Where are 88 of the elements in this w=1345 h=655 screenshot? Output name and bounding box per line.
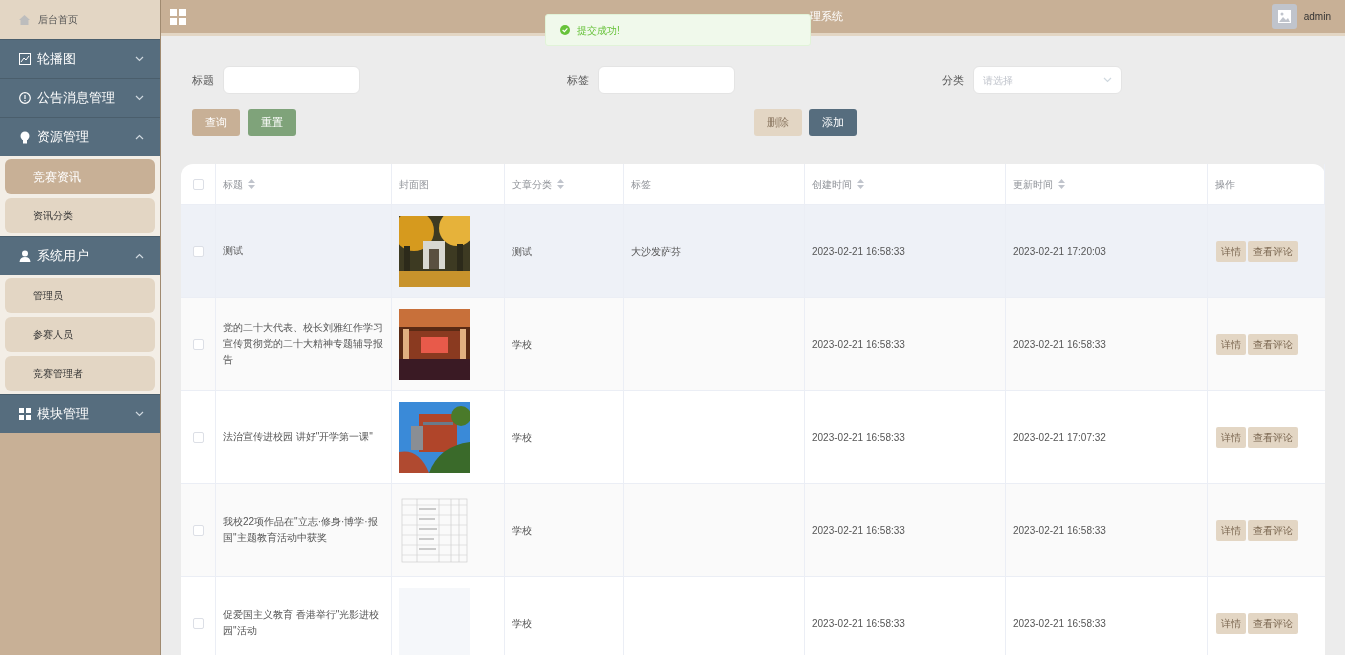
home-icon: [19, 14, 30, 25]
column-header: 标题: [223, 177, 243, 192]
table-cell-text: 2023-02-21 16:58:33: [812, 430, 905, 445]
column-header: 创建时间: [812, 177, 852, 192]
table-cell-text: 2023-02-21 17:20:03: [1013, 244, 1106, 259]
chevron-up-icon: [135, 253, 144, 259]
submenu-item[interactable]: 管理员: [5, 278, 155, 313]
table-cell-text: 2023-02-21 16:58:33: [812, 523, 905, 538]
view-comments-button[interactable]: 查看评论: [1248, 612, 1298, 634]
submenu-item[interactable]: 竞赛管理者: [5, 356, 155, 391]
username: admin: [1303, 10, 1331, 24]
table-cell-text: 大沙发萨芬: [631, 244, 681, 259]
sort-icon[interactable]: [1058, 179, 1065, 189]
table-cell-text: 学校: [512, 523, 532, 538]
view-comments-button[interactable]: 查看评论: [1248, 519, 1298, 541]
view-comments-button[interactable]: 查看评论: [1248, 240, 1298, 262]
info-icon: [19, 92, 31, 104]
table-row[interactable]: 测试 测试 大沙发萨芬 2023-02-21 16:58:33 2023-02-21 17:20:03 详情 查看评论: [181, 205, 1325, 298]
system-title: 理系统: [810, 9, 843, 25]
details-button[interactable]: 详情: [1216, 519, 1246, 541]
home-menu-item[interactable]: 后台首页: [0, 0, 160, 39]
table-cell-text: 测试: [512, 244, 532, 259]
filter-input[interactable]: [598, 66, 735, 94]
sort-icon[interactable]: [557, 179, 564, 189]
filter-label: 分类: [942, 72, 964, 88]
view-comments-button[interactable]: 查看评论: [1248, 333, 1298, 355]
table-row[interactable]: 我校22项作品在"立志·修身·博学·报国"主题教育活动中获奖 学校 2023-02-21 16:58:33 2023-02-21 16:58:33 详情 查看评论: [181, 484, 1325, 577]
column-header: 文章分类: [512, 177, 552, 192]
chevron-down-icon: [1103, 77, 1112, 83]
user-icon: [19, 250, 31, 262]
table-cell-text: 测试: [223, 244, 243, 258]
chevron-up-icon: [135, 134, 144, 140]
table-cell-text: 促爱国主义教育 香港举行"光影进校园"活动: [223, 608, 381, 638]
chevron-down-icon: [135, 56, 144, 62]
menu-item[interactable]: 系统用户: [0, 236, 160, 275]
table-cell-text: 2023-02-21 16:58:33: [812, 616, 905, 631]
filter-input[interactable]: [223, 66, 360, 94]
row-checkbox[interactable]: [192, 617, 204, 629]
menu-item[interactable]: 资源管理: [0, 117, 160, 156]
submenu-item[interactable]: 参赛人员: [5, 317, 155, 352]
image-icon: [19, 53, 31, 65]
grid-icon: [19, 408, 31, 420]
row-checkbox[interactable]: [192, 338, 204, 350]
column-header: 操作: [1215, 177, 1235, 192]
chevron-down-icon: [135, 411, 144, 417]
table-cell-text: 2023-02-21 16:58:33: [1013, 616, 1106, 631]
table-cell-text: 2023-02-21 16:58:33: [1013, 337, 1106, 352]
submenu-item[interactable]: 资讯分类: [5, 198, 155, 233]
filter-label: 标题: [192, 72, 214, 88]
row-checkbox[interactable]: [192, 245, 204, 257]
table-cell-text: 党的二十大代表、校长刘雅红作学习宣传贯彻党的二十大精神专题辅导报告: [223, 321, 384, 367]
menu-item[interactable]: 公告消息管理: [0, 78, 160, 117]
details-button[interactable]: 详情: [1216, 333, 1246, 355]
row-checkbox[interactable]: [192, 524, 204, 536]
view-comments-button[interactable]: 查看评论: [1248, 426, 1298, 448]
table-cell-text: 学校: [512, 337, 532, 352]
column-header: 封面图: [399, 177, 429, 192]
table-cell-text: 法治宣传进校园 讲好"开学第一课": [223, 430, 373, 444]
column-header: 更新时间: [1013, 177, 1053, 192]
avatar[interactable]: [1271, 4, 1297, 29]
table-row[interactable]: 法治宣传进校园 讲好"开学第一课" 学校 2023-02-21 16:58:33 2023-02-21 17:07:32 详情 查看评论: [181, 391, 1325, 484]
select-all-checkbox[interactable]: [192, 178, 204, 190]
filter-label: 标签: [567, 72, 589, 88]
table-cell-text: 学校: [512, 430, 532, 445]
details-button[interactable]: 详情: [1216, 426, 1246, 448]
sort-icon[interactable]: [248, 179, 255, 189]
table-cell-text: 2023-02-21 16:58:33: [1013, 523, 1106, 538]
table-cell-text: 2023-02-21 16:58:33: [812, 337, 905, 352]
row-checkbox[interactable]: [192, 431, 204, 443]
image-icon: [1277, 10, 1291, 23]
reset-button[interactable]: 重置: [248, 109, 296, 136]
sort-icon[interactable]: [857, 179, 864, 189]
menu-item[interactable]: 模块管理: [0, 394, 160, 433]
add-button[interactable]: 添加: [809, 109, 857, 136]
bulb-icon: [19, 130, 31, 144]
menu-item[interactable]: 轮播图: [0, 39, 160, 78]
check-circle-icon: [560, 25, 570, 35]
success-toast: 提交成功!: [545, 14, 811, 46]
chevron-down-icon: [135, 95, 144, 101]
table-cell-text: 2023-02-21 17:07:32: [1013, 430, 1106, 445]
table-cell-text: 学校: [512, 616, 532, 631]
table-row[interactable]: 党的二十大代表、校长刘雅红作学习宣传贯彻党的二十大精神专题辅导报告 学校 2023-02-21 16:58:33 2023-02-21 16:58:33 详情 查看评论: [181, 298, 1325, 391]
details-button[interactable]: 详情: [1216, 612, 1246, 634]
table-cell-text: 我校22项作品在"立志·修身·博学·报国"主题教育活动中获奖: [223, 515, 379, 545]
column-header: 标签: [631, 177, 651, 192]
grid-menu-icon[interactable]: [170, 8, 186, 25]
details-button[interactable]: 详情: [1216, 240, 1246, 262]
table-cell-text: 2023-02-21 16:58:33: [812, 244, 905, 259]
